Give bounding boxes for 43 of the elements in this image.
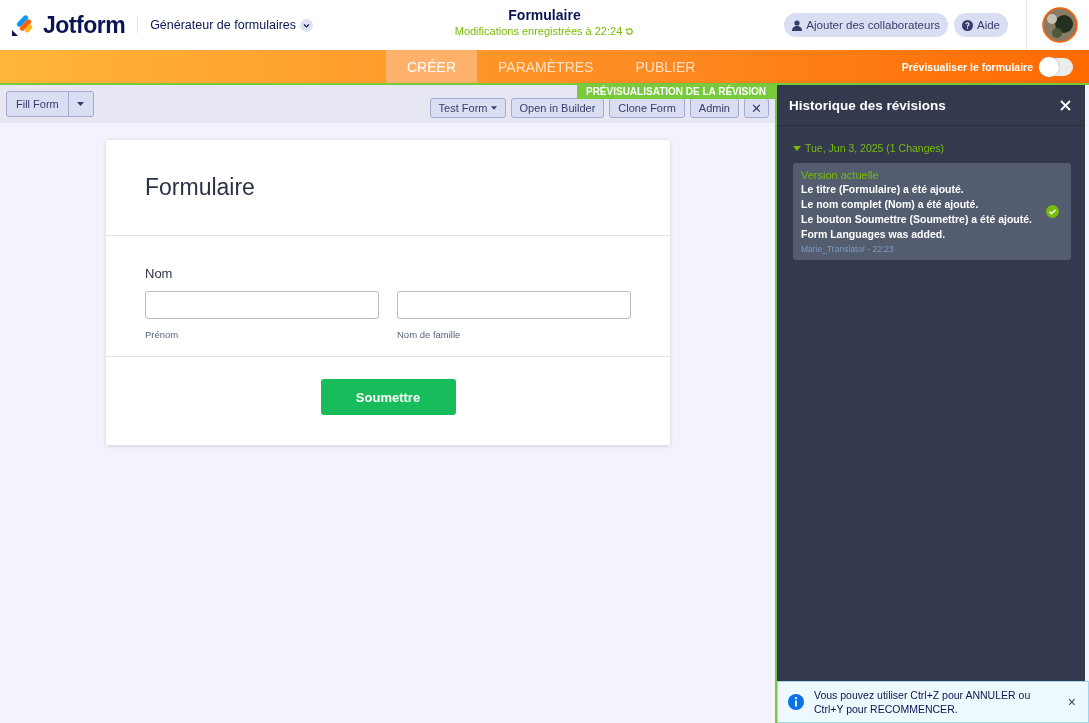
version-label: Version actuelle: [801, 169, 880, 181]
preview-toggle[interactable]: [1039, 57, 1073, 76]
field-label: Nom: [145, 266, 174, 281]
toast-close-button[interactable]: ×: [1067, 694, 1076, 710]
refresh-icon: [625, 26, 635, 36]
revision-banner: PRÉVISUALISATION DE LA RÉVISION: [576, 85, 775, 99]
sublabel: Prénom: [145, 329, 180, 340]
revision-card[interactable]: Version actuelle Le titre (Formulaire) a été ajouté. Le nom complet (Nom) a été ajouté. Le bouton Soumettre (Soumettre) a été ajouté. Form Languages was added. Marie_Translator - 22:23: [793, 163, 1071, 260]
panel-title: Historique des révisions: [789, 97, 946, 113]
toast-message: Vous pouvez utiliser Ctrl+Z pour ANNULER ou Ctrl+Y pour RECOMMENCER.: [814, 688, 1032, 716]
change-text: Le bouton Soumettre (Soumettre) a été ajouté.: [801, 212, 1034, 227]
fill-form-button[interactable]: Fill Form: [6, 91, 94, 117]
change-text: Form Languages was added.: [801, 227, 947, 242]
logo-text: Jotform: [43, 11, 126, 39]
toolbar-button[interactable]: Clone Form: [609, 98, 685, 118]
preview-label: Prévisualiser le formulaire: [901, 60, 1033, 73]
date-group[interactable]: Tue, Jun 3, 2025 (1 Changes): [793, 142, 945, 154]
sublabel: Nom de famille: [397, 329, 462, 340]
input-field[interactable]: [145, 291, 379, 319]
toolbar-button[interactable]: Admin: [689, 98, 739, 118]
toolbar-button[interactable]: Open in Builder: [510, 98, 605, 118]
close-button[interactable]: ✕: [744, 98, 769, 118]
logo-icon: [11, 13, 35, 37]
app-menu[interactable]: Générateur de formulaires: [150, 18, 314, 32]
chevron-icon: [300, 18, 314, 32]
form-heading: Formulaire: [145, 174, 255, 201]
header-button[interactable]: Ajouter des collaborateurs: [784, 13, 948, 37]
info-icon: [788, 694, 804, 710]
help-icon: [961, 19, 973, 31]
caret-icon: [793, 145, 801, 151]
saved-status: Modifications enregistrées à 22:24: [454, 25, 623, 37]
input-field[interactable]: [397, 291, 631, 319]
revision-author: Marie_Translator - 22:23: [801, 244, 895, 254]
change-text: Le titre (Formulaire) a été ajouté.: [801, 182, 965, 197]
avatar[interactable]: [1042, 7, 1078, 43]
toolbar-button[interactable]: Test Form: [429, 98, 506, 118]
change-text: Le nom complet (Nom) a été ajouté.: [801, 197, 980, 212]
form-title: Formulaire: [508, 7, 581, 23]
caret-icon: [77, 102, 85, 106]
header-button[interactable]: Aide: [953, 13, 1008, 37]
caret-icon: [490, 106, 497, 110]
person-icon: [792, 19, 803, 31]
close-icon[interactable]: [1060, 99, 1071, 111]
